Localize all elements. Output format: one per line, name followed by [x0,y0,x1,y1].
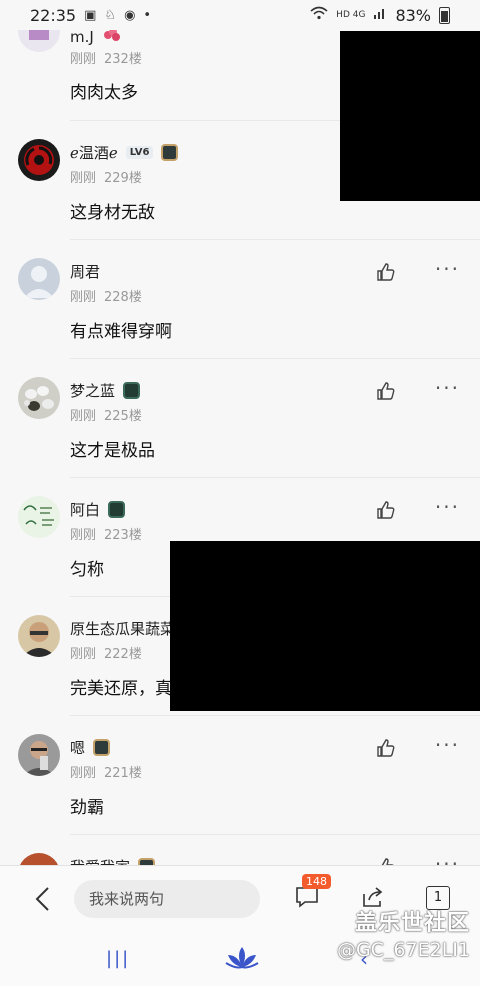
comment-header: 原生态瓜果蔬菜 [70,617,175,639]
comment-count-badge: 148 [302,874,331,889]
like-icon[interactable] [376,381,396,401]
comment-text: 完美还原，真 [70,679,172,699]
comment-text: 肉肉太多 [70,83,138,103]
comment-input[interactable]: 我来说两句 [74,880,260,918]
avatar[interactable] [18,734,60,776]
floor-number: 229楼 [104,171,142,186]
more-options-icon[interactable]: ··· [435,259,460,279]
flower-icon [102,27,122,47]
comment-text: 这身材无敌 [70,203,155,223]
medal-icon [93,738,111,756]
username[interactable]: 周君 [70,261,100,282]
avatar[interactable] [18,377,60,419]
like-icon[interactable] [376,738,396,758]
comment-header: 梦之蓝 [70,379,141,401]
image-icon: ▣ [84,7,97,23]
like-icon[interactable] [376,262,396,282]
comment-header: 阿白 [70,498,126,520]
username[interactable]: ℯ温酒ℯ [70,142,118,163]
avatar[interactable] [18,615,60,657]
home-lotus-icon[interactable] [224,945,260,971]
signal-icon [373,6,387,24]
comment-time: 刚刚 [70,290,97,305]
more-options-icon[interactable]: ··· [435,497,460,517]
comment-meta: 刚刚 222楼 [70,643,142,662]
level-badge: LV6 [125,145,154,159]
watermark-title: 盖乐世社区 [354,911,470,936]
battery-percent: 83% [395,5,431,25]
comment-time: 刚刚 [70,528,97,543]
comment-item: 嗯 刚刚 221楼 劲霸 ··· [0,716,480,835]
redaction-box [170,541,480,711]
floor-number: 228楼 [104,290,142,305]
comment-header: ℯ温酒ℯ LV6 [70,141,179,163]
username[interactable]: 嗯 [70,737,85,758]
eye-icon: ◉ [124,7,136,23]
avatar[interactable] [18,496,60,538]
floor-number: 223楼 [104,528,142,543]
comment-text: 这才是极品 [70,441,155,461]
comment-header: 嗯 [70,736,111,758]
notification-icon: ♘ [104,7,117,23]
comment-text: 有点难得穿啊 [70,322,172,342]
floor-number: 225楼 [104,409,142,424]
comment-time: 刚刚 [70,647,97,662]
floor-number: 232楼 [104,52,142,67]
comment-item: 周君 刚刚 228楼 有点难得穿啊 ··· [0,240,480,359]
more-options-icon[interactable]: ··· [435,735,460,755]
comment-meta: 刚刚 229楼 [70,167,142,186]
battery-icon [439,6,450,24]
comment-time: 刚刚 [70,171,97,186]
comment-header: 周君 [70,260,100,282]
comment-item: 梦之蓝 刚刚 225楼 这才是极品 ··· [0,359,480,478]
avatar[interactable] [18,139,60,181]
dot-icon: • [143,7,152,23]
floor-number: 222楼 [104,647,142,662]
medal-icon [161,143,179,161]
watermark: 盖乐世社区 @GC_67E2LI1 [337,905,470,961]
watermark-user: @GC_67E2LI1 [336,939,470,961]
medal-icon [108,500,126,518]
comment-text: 劲霸 [70,798,104,818]
medal-icon [123,381,141,399]
floor-number: 221楼 [104,766,142,781]
username[interactable]: m.J [70,28,94,46]
status-time: 22:35 [30,5,77,25]
comment-time: 刚刚 [70,52,97,67]
comment-text: 匀称 [70,560,104,580]
network-indicator: HD 4G [336,10,366,20]
wifi-icon [310,6,328,24]
more-options-icon[interactable]: ··· [435,378,460,398]
recent-apps-icon[interactable]: ||| [106,948,130,969]
redaction-box [340,31,480,201]
comment-meta: 刚刚 228楼 [70,286,142,305]
comment-meta: 刚刚 221楼 [70,762,142,781]
username[interactable]: 原生态瓜果蔬菜 [70,618,175,639]
comment-meta: 刚刚 223楼 [70,524,142,543]
comment-meta: 刚刚 232楼 [70,48,142,67]
username[interactable]: 阿白 [70,499,100,520]
status-bar: 22:35 ▣ ♘ ◉ • HD 4G 83% [0,0,480,30]
comment-time: 刚刚 [70,409,97,424]
comment-time: 刚刚 [70,766,97,781]
back-arrow-icon[interactable] [34,886,50,919]
avatar[interactable] [18,258,60,300]
like-icon[interactable] [376,500,396,520]
comment-meta: 刚刚 225楼 [70,405,142,424]
username[interactable]: 梦之蓝 [70,380,115,401]
